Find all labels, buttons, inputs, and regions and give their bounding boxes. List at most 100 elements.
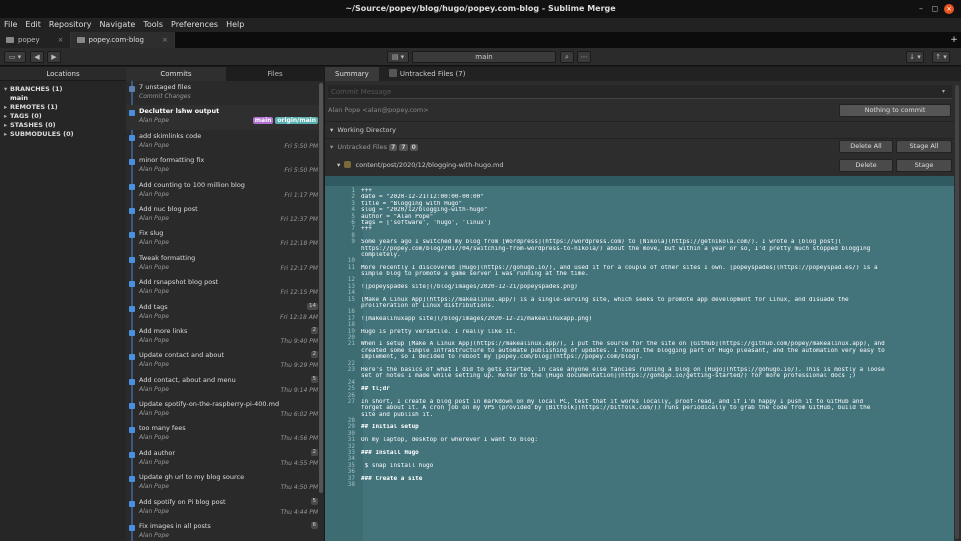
new-tab-button[interactable]: + <box>947 32 961 48</box>
untracked-count: 0 <box>409 144 418 151</box>
file-count-badge: 5 <box>310 375 318 383</box>
working-directory-header[interactable]: ▾ Working Directory <box>330 126 396 134</box>
commit-row[interactable]: Add author Alan Pope Thu 4:55 PM 2 <box>126 447 324 471</box>
commit-row[interactable]: minor formatting fix Alan Pope Fri 5:50 PM <box>126 154 324 178</box>
tab-commits[interactable]: Commits <box>126 67 226 81</box>
commit-message: Add tags <box>139 302 168 311</box>
commit-message-input[interactable]: Commit Message <box>328 85 952 99</box>
minimize-icon[interactable]: – <box>915 0 927 18</box>
commit-message: Add author <box>139 448 176 457</box>
menu-tools[interactable]: Tools <box>139 18 167 32</box>
branch-badge-origin[interactable]: origin/main <box>275 117 318 125</box>
maximize-icon[interactable]: ◻ <box>929 0 941 18</box>
commit-time: Fri 12:18 AM <box>280 313 318 321</box>
commit-message: Add contact, about and menu <box>139 375 236 384</box>
commit-row[interactable]: Add contact, about and menu Alan Pope Thu … <box>126 374 324 398</box>
commit-message: Fix images in all posts <box>139 522 211 531</box>
commit-node-icon <box>129 378 135 385</box>
sidebar-item-branches[interactable]: ▾ BRANCHES (1) <box>0 85 126 94</box>
file-count-badge: 2 <box>310 326 318 334</box>
menu-help[interactable]: Help <box>222 18 248 32</box>
commit-row[interactable]: Declutter lshw output Alan Pope main origin… <box>126 105 324 130</box>
sidebar-item-remotes[interactable]: ▸ REMOTES (1) <box>0 103 126 112</box>
commit-node-icon <box>129 476 135 483</box>
sidebar-toggle-button[interactable]: ▭ ▾ <box>4 51 26 63</box>
sidebar: Locations ▾ BRANCHES (1) main ▸ REMOTES (1… <box>0 67 126 541</box>
commit-message: Add spotify on Pi blog post <box>139 497 226 506</box>
diff-line: 38 <box>325 481 954 488</box>
branch-selector[interactable]: main <box>412 51 556 63</box>
commit-options-icon[interactable]: ▾ <box>942 88 945 95</box>
commit-node-icon <box>129 207 135 214</box>
commit-row[interactable]: 7 unstaged files Commit Changes <box>126 81 324 105</box>
tab-files[interactable]: Files <box>226 67 324 81</box>
forward-button[interactable]: ▶ <box>47 51 61 63</box>
commit-row[interactable]: Add nuc blog post Alan Pope Fri 12:37 PM <box>126 203 324 227</box>
commit-row[interactable]: Update spotify-on-the-raspberry-pi-400.m… <box>126 398 324 422</box>
section-label: Working Directory <box>337 126 396 134</box>
commit-message: Fix slug <box>139 229 164 238</box>
menu-file[interactable]: File <box>0 18 21 32</box>
stash-button[interactable]: ▤ ▾ <box>387 51 409 63</box>
commit-row[interactable]: Add more links Alan Pope Thu 9:40 PM 2 <box>126 325 324 349</box>
more-icon[interactable]: ⋯ <box>577 51 591 63</box>
sidebar-item-submodules[interactable]: ▸ SUBMODULES (0) <box>0 130 126 139</box>
tab-popey-com-blog[interactable]: popey.com-blog × <box>70 32 175 48</box>
commit-scrollbar[interactable] <box>319 83 323 493</box>
tab-close-icon[interactable]: × <box>58 32 64 48</box>
sidebar-item-stashes[interactable]: ▸ STASHES (0) <box>0 121 126 130</box>
commit-time: Fri 1:17 PM <box>284 191 318 199</box>
tab-untracked-files[interactable]: Untracked Files (7) <box>379 67 476 81</box>
delete-all-button[interactable]: Delete All <box>839 140 893 153</box>
commit-message: add skimlinks code <box>139 131 202 140</box>
commit-message: Update spotify-on-the-raspberry-pi-400.m… <box>139 400 280 409</box>
commit-node-icon <box>129 305 135 312</box>
commit-row[interactable]: Update gh url to my blog source Alan Pope… <box>126 471 324 495</box>
tab-popey[interactable]: popey × <box>0 32 71 48</box>
commit-row[interactable]: Update contact and about Alan Pope Thu 9:2… <box>126 349 324 373</box>
commit-node-icon <box>129 525 135 532</box>
close-window-icon[interactable]: × <box>944 4 954 14</box>
push-button[interactable]: ↑ ▾ <box>932 51 950 63</box>
stage-all-button[interactable]: Stage All <box>896 140 952 153</box>
search-icon[interactable]: ⌕ <box>560 51 574 63</box>
commit-row[interactable]: Tweak formatting Alan Pope Fri 12:17 PM <box>126 252 324 276</box>
sidebar-label: BRANCHES (1) <box>10 85 63 93</box>
commit-time: Thu 6:02 PM <box>280 411 318 419</box>
commit-row[interactable]: too many fees Alan Pope Thu 4:56 PM <box>126 422 324 446</box>
folder-icon <box>6 37 14 43</box>
commit-time: Thu 9:14 PM <box>280 386 318 394</box>
tab-close-icon[interactable]: × <box>162 32 168 48</box>
tab-summary[interactable]: Summary <box>325 67 379 81</box>
repo-tabs: popey × popey.com-blog × + <box>0 32 961 48</box>
commit-row[interactable]: Add spotify on Pi blog post Alan Pope Thu … <box>126 496 324 520</box>
commit-message: too many fees <box>139 424 186 433</box>
stage-button[interactable]: Stage <box>896 159 952 172</box>
untracked-files-header[interactable]: ▾ Untracked Files 7 7 0 <box>330 143 418 151</box>
summary-tabs: Summary Untracked Files (7) <box>325 67 961 81</box>
menu-edit[interactable]: Edit <box>21 18 45 32</box>
commit-row[interactable]: Add counting to 100 million blog Alan Pop… <box>126 179 324 203</box>
menu-repository[interactable]: Repository <box>45 18 96 32</box>
commit-node-icon <box>129 256 135 263</box>
sidebar-item-tags[interactable]: ▸ TAGS (0) <box>0 112 126 121</box>
commit-message: Add more links <box>139 326 188 335</box>
menu-navigate[interactable]: Navigate <box>95 18 139 32</box>
file-row[interactable]: ▾ content/post/2020/12/blogging-with-hug… <box>337 161 504 169</box>
toolbar: ▭ ▾ ◀ ▶ ▤ ▾ main ⌕ ⋯ ↓ ▾ ↑ ▾ <box>0 48 961 66</box>
branch-badge-main[interactable]: main <box>252 117 274 125</box>
untracked-count: 7 <box>399 144 408 151</box>
section-label: Untracked Files <box>337 143 388 151</box>
commit-row[interactable]: Add tags Alan Pope Fri 12:18 AM 14 <box>126 301 324 325</box>
commit-row[interactable]: Fix slug Alan Pope Fri 12:18 PM <box>126 227 324 251</box>
nothing-to-commit-button[interactable]: Nothing to commit <box>839 104 951 117</box>
back-button[interactable]: ◀ <box>30 51 44 63</box>
delete-button[interactable]: Delete <box>839 159 893 172</box>
commit-row[interactable]: Add rsnapshot blog post Alan Pope Fri 12:1… <box>126 276 324 300</box>
commit-row[interactable]: add skimlinks code Alan Pope Fri 5:50 PM <box>126 130 324 154</box>
summary-scrollbar[interactable] <box>955 85 959 539</box>
commit-row[interactable]: Fix images in all posts Alan Pope 6 <box>126 520 324 541</box>
pull-button[interactable]: ↓ ▾ <box>906 51 924 63</box>
sidebar-item-main[interactable]: main <box>0 94 126 103</box>
menu-preferences[interactable]: Preferences <box>167 18 222 32</box>
